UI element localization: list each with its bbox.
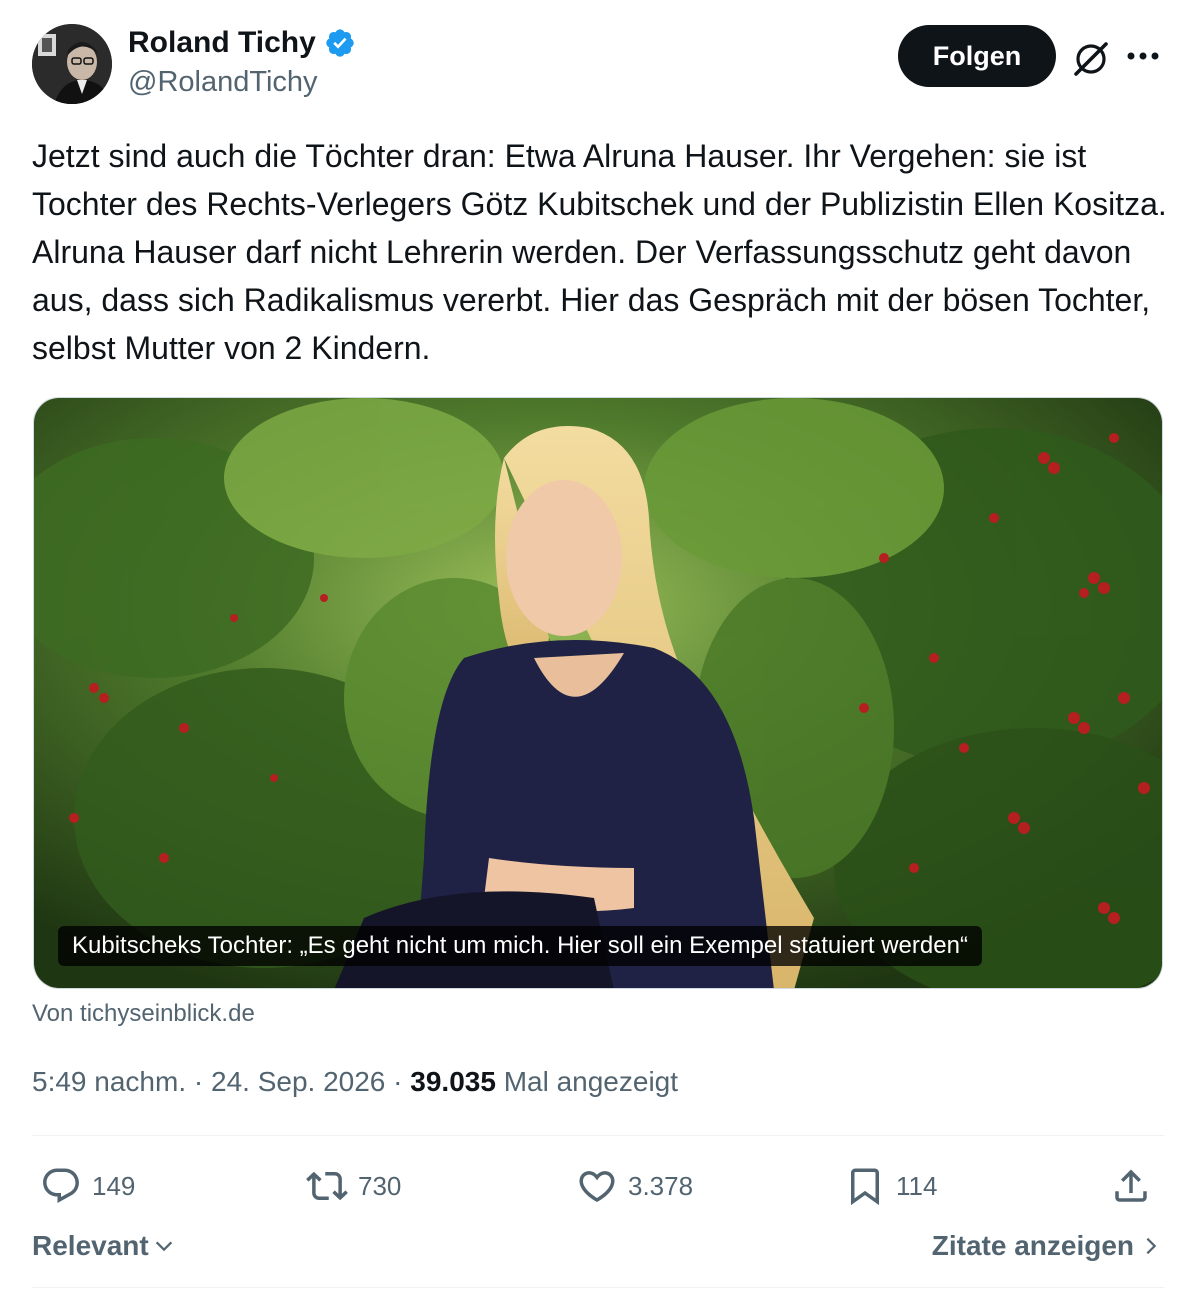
repost-icon bbox=[306, 1171, 348, 1201]
card-photo bbox=[34, 398, 1162, 988]
like-count: 3.378 bbox=[628, 1170, 694, 1201]
reply-count: 149 bbox=[92, 1170, 136, 1201]
meta-separator-2: · bbox=[385, 1066, 411, 1097]
tweet-date[interactable]: 24. Sep. 2026 bbox=[211, 1066, 385, 1097]
sort-replies-dropdown[interactable]: Relevant bbox=[32, 1230, 175, 1262]
view-quotes-link[interactable]: Zitate anzeigen bbox=[932, 1230, 1160, 1262]
repost-button[interactable]: 730 bbox=[306, 1160, 401, 1212]
follow-button[interactable]: Folgen bbox=[898, 25, 1056, 87]
like-button[interactable]: 3.378 bbox=[576, 1160, 693, 1212]
meta-separator: · bbox=[186, 1066, 211, 1097]
tweet-meta: 5:49 nachm. · 24. Sep. 2026 · 39.035 Mal… bbox=[32, 1066, 678, 1098]
divider-top bbox=[32, 1135, 1164, 1136]
share-icon bbox=[1115, 1169, 1147, 1202]
avatar-image bbox=[32, 24, 112, 104]
views-label: Mal angezeigt bbox=[503, 1066, 679, 1097]
more-options-icon[interactable] bbox=[1120, 36, 1166, 76]
quotes-label: Zitate anzeigen bbox=[931, 1230, 1134, 1261]
share-button[interactable] bbox=[1110, 1160, 1152, 1212]
grok-icon[interactable] bbox=[1068, 36, 1114, 82]
sort-label: Relevant bbox=[32, 1230, 149, 1261]
divider-bottom bbox=[32, 1287, 1164, 1288]
chevron-right-icon bbox=[1146, 1237, 1157, 1255]
tweet-time[interactable]: 5:49 nachm. bbox=[32, 1066, 186, 1097]
author-name[interactable]: Roland Tichy bbox=[128, 26, 356, 60]
author-avatar[interactable] bbox=[32, 24, 112, 104]
link-card-image[interactable] bbox=[33, 397, 1163, 989]
bookmark-button[interactable]: 114 bbox=[844, 1160, 937, 1212]
heart-icon bbox=[579, 1171, 615, 1203]
author-name-text: Roland Tichy bbox=[128, 26, 316, 59]
bookmark-icon bbox=[851, 1168, 879, 1206]
reply-icon bbox=[43, 1168, 79, 1203]
verified-badge-icon[interactable] bbox=[324, 27, 356, 59]
chevron-down-icon bbox=[155, 1241, 172, 1252]
tweet-text: Jetzt sind auch die Töchter dran: Etwa A… bbox=[32, 138, 1167, 366]
reply-button[interactable]: 149 bbox=[40, 1160, 135, 1212]
repost-count: 730 bbox=[358, 1170, 402, 1201]
bookmark-count: 114 bbox=[896, 1170, 938, 1201]
author-handle[interactable]: @RolandTichy bbox=[128, 66, 318, 99]
views-count[interactable]: 39.035 bbox=[410, 1066, 496, 1097]
tweet-actions: 149 730 3.378 114 bbox=[32, 1160, 1164, 1212]
card-source-link[interactable]: Von tichyseinblick.de bbox=[32, 1000, 255, 1028]
card-caption: Kubitscheks Tochter: „Es geht nicht um m… bbox=[58, 926, 982, 966]
